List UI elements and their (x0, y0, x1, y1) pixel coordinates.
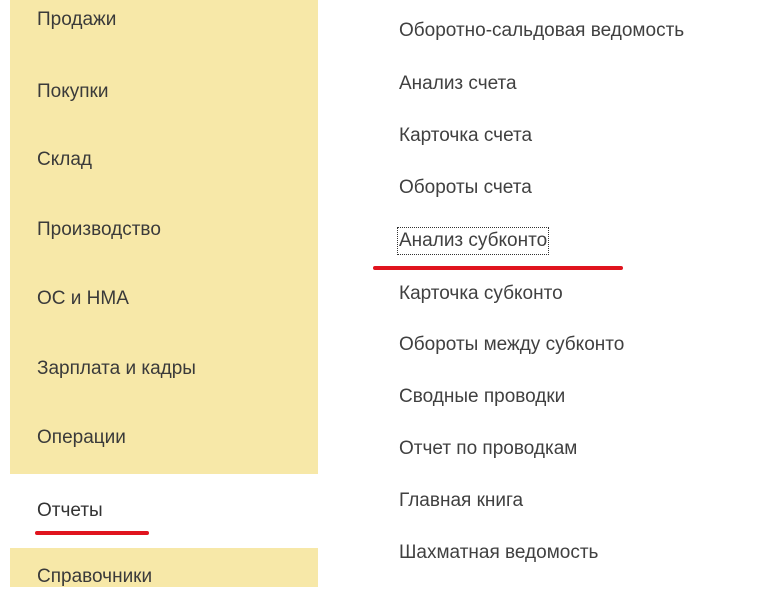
report-link-postings-report[interactable]: Отчет по проводкам (399, 437, 577, 461)
report-link-account-analysis[interactable]: Анализ счета (399, 72, 517, 96)
sidebar-item-references[interactable]: Справочники (10, 552, 318, 602)
sidebar-item-sales[interactable]: Продажи (10, 0, 318, 45)
report-link-account-turnover[interactable]: Обороты счета (399, 176, 532, 200)
report-link-chess-sheet[interactable]: Шахматная ведомость (399, 541, 598, 565)
sidebar-item-reports[interactable]: Отчеты (10, 474, 318, 548)
sidebar-item-operations[interactable]: Операции (10, 413, 318, 463)
sidebar-item-warehouse[interactable]: Склад (10, 135, 318, 185)
sidebar-item-production[interactable]: Производство (10, 205, 318, 255)
report-link-account-card[interactable]: Карточка счета (399, 124, 532, 148)
sidebar-nav: Продажи Покупки Склад Производство ОС и … (10, 0, 318, 587)
report-link-turnover-balance-sheet[interactable]: Оборотно-сальдовая ведомость (399, 19, 684, 43)
sidebar-item-fixed-assets[interactable]: ОС и НМА (10, 274, 318, 324)
sidebar-item-purchases[interactable]: Покупки (10, 67, 318, 117)
report-link-subconto-analysis[interactable]: Анализ субконто (396, 227, 550, 255)
report-link-general-ledger[interactable]: Главная книга (399, 489, 523, 513)
highlight-underline (373, 266, 623, 270)
report-link-turnover-between-subconto[interactable]: Обороты между субконто (399, 333, 624, 357)
active-section-underline (35, 531, 149, 535)
report-link-subconto-card[interactable]: Карточка субконто (399, 282, 563, 306)
sidebar-item-salary-hr[interactable]: Зарплата и кадры (10, 344, 318, 394)
report-link-summary-postings[interactable]: Сводные проводки (399, 385, 565, 409)
